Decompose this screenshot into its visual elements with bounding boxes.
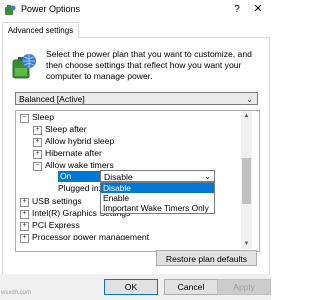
description-text: Select the power plan that you want to c… <box>46 49 252 81</box>
tree-item-sleep[interactable]: Sleep <box>32 112 54 123</box>
tree-item-usb-settings[interactable]: USB settings <box>32 196 82 207</box>
expand-icon[interactable]: + <box>20 222 29 231</box>
apply-button[interactable]: Apply <box>217 279 271 295</box>
window-title: Power Options <box>21 4 81 14</box>
power-options-icon <box>4 4 16 16</box>
scroll-up-icon[interactable]: ▲ <box>241 111 252 121</box>
expand-icon[interactable]: + <box>33 150 42 159</box>
expand-icon[interactable]: + <box>33 126 42 135</box>
option-important-wake-timers[interactable]: Important Wake Timers Only <box>101 203 214 213</box>
power-plan-value: Balanced [Active] <box>19 94 85 104</box>
wake-timer-options-list: Disable Enable Important Wake Timers Onl… <box>100 182 215 214</box>
battery-globe-icon <box>10 52 38 80</box>
watermark: wsxdn.com <box>1 290 32 296</box>
plugged-in-label[interactable]: Plugged in: <box>58 183 101 194</box>
close-button[interactable]: ✕ <box>249 2 267 17</box>
collapse-icon[interactable]: − <box>20 114 29 123</box>
wake-timer-select[interactable]: Disable ⌄ <box>100 170 215 182</box>
restore-defaults-button[interactable]: Restore plan defaults <box>156 250 257 266</box>
tab-advanced-settings[interactable]: Advanced settings <box>2 22 79 38</box>
expand-icon[interactable]: + <box>20 210 29 219</box>
option-enable[interactable]: Enable <box>101 193 214 203</box>
expand-icon[interactable]: + <box>20 198 29 207</box>
help-button[interactable]: ? <box>230 2 244 17</box>
scroll-down-icon[interactable]: ▼ <box>241 239 252 249</box>
tree-item-sleep-after[interactable]: Sleep after <box>45 124 87 135</box>
expand-icon[interactable]: + <box>33 138 42 147</box>
tree-item-hibernate-after[interactable]: Hibernate after <box>45 148 102 159</box>
wake-timer-value: Disable <box>104 172 133 182</box>
ok-button[interactable]: OK <box>104 279 158 295</box>
collapse-icon[interactable]: − <box>33 162 42 171</box>
power-plan-select[interactable]: Balanced [Active] ⌄ <box>15 92 258 105</box>
option-disable[interactable]: Disable <box>101 183 214 193</box>
tree-item-processor-power[interactable]: Processor power management <box>32 232 149 240</box>
tree-item-hybrid-sleep[interactable]: Allow hybrid sleep <box>45 136 114 147</box>
expand-icon[interactable]: + <box>20 234 29 243</box>
scrollbar-thumb[interactable] <box>242 158 251 204</box>
tree-item-pci-express[interactable]: PCI Express <box>32 220 80 231</box>
cancel-button[interactable]: Cancel <box>164 279 218 295</box>
chevron-down-icon: ⌄ <box>246 95 253 104</box>
on-battery-label[interactable]: On battery: <box>58 171 100 192</box>
